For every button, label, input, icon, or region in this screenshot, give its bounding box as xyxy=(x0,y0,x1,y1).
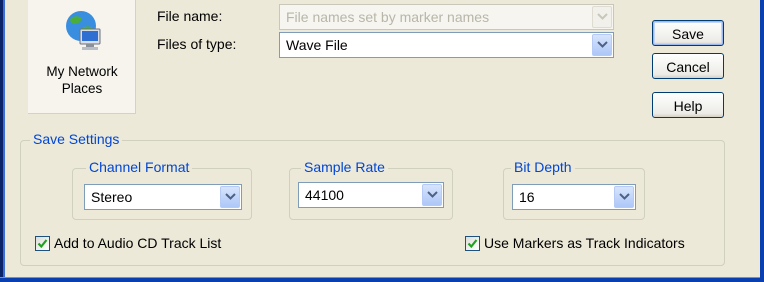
file-name-label: File name: xyxy=(157,8,223,24)
channel-format-combo[interactable]: Stereo xyxy=(84,184,242,210)
window-frame-left-inner xyxy=(3,0,5,282)
bit-depth-combo[interactable]: 16 xyxy=(512,184,636,210)
add-to-cd-label[interactable]: Add to Audio CD Track List xyxy=(54,235,221,251)
places-label: My Network Places xyxy=(46,64,118,96)
file-type-label: Files of type: xyxy=(157,36,237,52)
chevron-down-icon xyxy=(597,13,608,20)
sample-rate-combo[interactable]: 44100 xyxy=(298,182,444,208)
channel-format-value: Stereo xyxy=(91,189,133,205)
add-to-cd-checkbox[interactable] xyxy=(35,236,50,251)
channel-format-title: Channel Format xyxy=(86,159,193,175)
file-name-combo: File names set by marker names xyxy=(279,4,614,30)
file-type-dropdown-button[interactable] xyxy=(592,34,612,56)
sample-rate-value: 44100 xyxy=(305,187,344,203)
help-button[interactable]: Help xyxy=(652,92,724,118)
chevron-down-icon xyxy=(225,193,236,200)
window-frame-bottom xyxy=(0,278,764,282)
sample-rate-dropdown-button[interactable] xyxy=(422,184,442,206)
places-bar-network[interactable]: My Network Places xyxy=(28,0,136,114)
use-markers-checkbox[interactable] xyxy=(465,236,480,251)
file-type-value: Wave File xyxy=(286,37,348,53)
sample-rate-title: Sample Rate xyxy=(301,159,388,175)
network-places-icon xyxy=(66,11,101,50)
file-type-combo[interactable]: Wave File xyxy=(279,32,614,58)
file-name-dropdown-button xyxy=(592,6,612,28)
save-settings-title: Save Settings xyxy=(30,131,123,147)
save-button[interactable]: Save xyxy=(652,20,724,46)
checkmark-icon xyxy=(37,239,48,249)
chevron-down-icon xyxy=(427,191,438,198)
chevron-down-icon xyxy=(597,41,608,48)
window-frame-right xyxy=(760,0,764,282)
checkmark-icon xyxy=(467,239,478,249)
use-markers-label[interactable]: Use Markers as Track Indicators xyxy=(484,235,685,251)
chevron-down-icon xyxy=(619,193,630,200)
channel-format-dropdown-button[interactable] xyxy=(220,186,240,208)
cancel-button[interactable]: Cancel xyxy=(652,53,724,79)
file-name-value: File names set by marker names xyxy=(286,9,490,25)
bit-depth-value: 16 xyxy=(519,189,535,205)
bit-depth-title: Bit Depth xyxy=(511,159,575,175)
bit-depth-dropdown-button[interactable] xyxy=(614,186,634,208)
save-dialog: My Network Places File name: File names … xyxy=(0,0,764,282)
